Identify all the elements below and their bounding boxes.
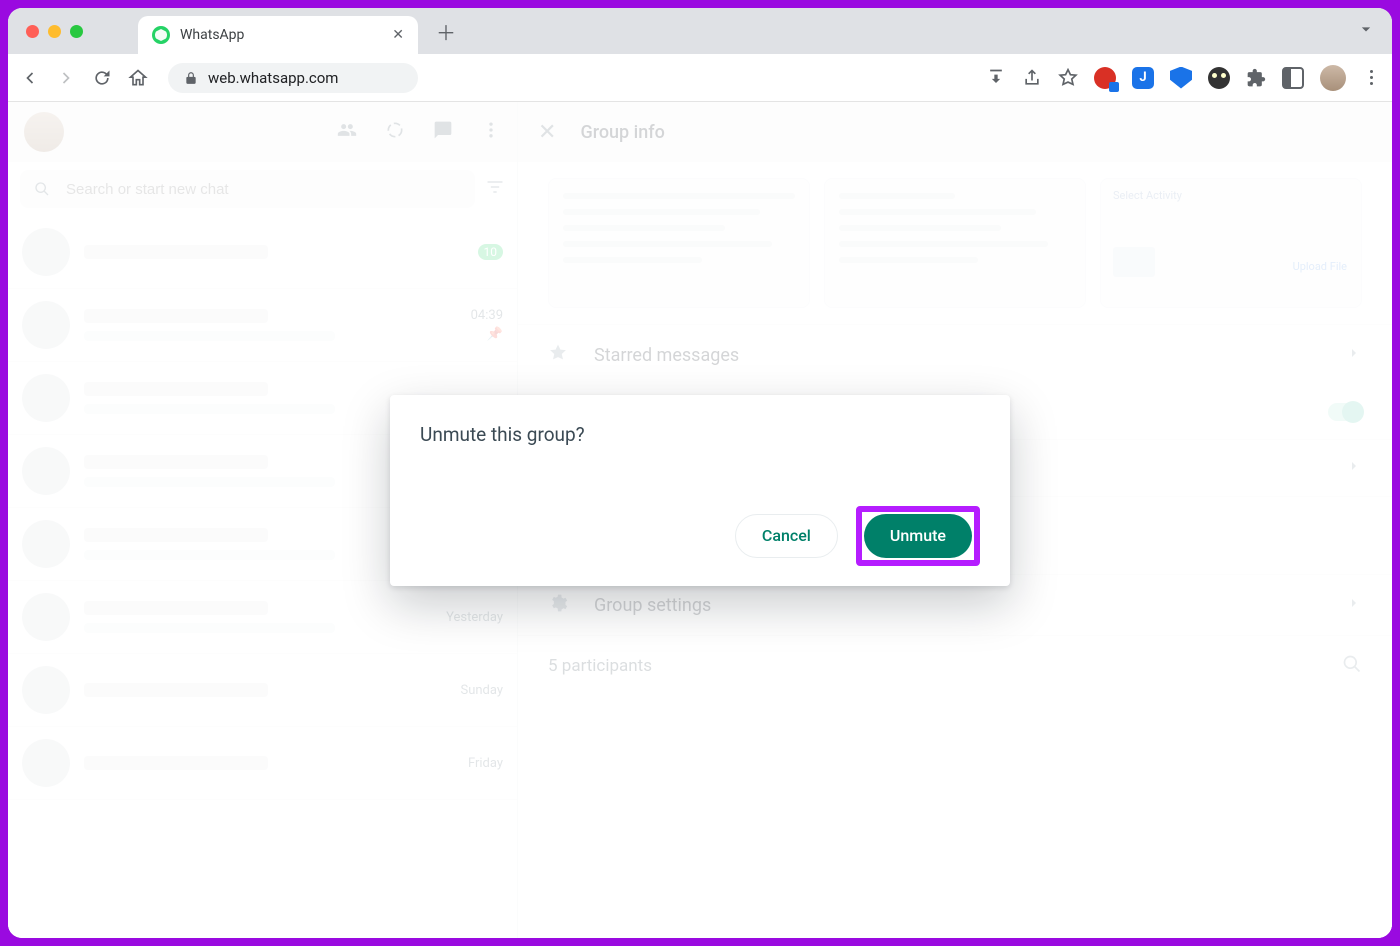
tab-title: WhatsApp (180, 27, 244, 43)
page-content: 10 04:39 📌 (8, 102, 1392, 938)
nav-buttons (20, 68, 148, 88)
extension-icon-4[interactable] (1208, 67, 1230, 89)
lock-icon (184, 71, 198, 85)
home-button[interactable] (128, 68, 148, 88)
browser-tab-strip: WhatsApp ✕ ＋ (8, 8, 1392, 54)
annotation-highlight: Unmute (856, 506, 980, 566)
tab-close-button[interactable]: ✕ (392, 27, 404, 43)
extension-icon-2[interactable]: J (1132, 67, 1154, 89)
browser-menu-button[interactable] (1362, 70, 1380, 85)
share-icon[interactable] (1022, 68, 1042, 88)
back-button[interactable] (20, 68, 40, 88)
unmute-dialog: Unmute this group? Cancel Unmute (390, 395, 1010, 586)
install-app-icon[interactable] (986, 68, 1006, 88)
new-tab-button[interactable]: ＋ (436, 17, 456, 46)
reload-button[interactable] (92, 68, 112, 88)
window-close-button[interactable] (26, 25, 39, 38)
cancel-button[interactable]: Cancel (735, 514, 838, 558)
browser-toolbar: web.whatsapp.com J (8, 54, 1392, 102)
bookmark-star-icon[interactable] (1058, 68, 1078, 88)
whatsapp-favicon-icon (152, 26, 170, 44)
tabs-overflow-button[interactable] (1356, 19, 1376, 43)
browser-window: WhatsApp ✕ ＋ web.whatsapp.com J (8, 8, 1392, 938)
extension-icon-1[interactable] (1094, 67, 1116, 89)
forward-button[interactable] (56, 68, 76, 88)
side-panel-icon[interactable] (1282, 67, 1304, 89)
browser-tab[interactable]: WhatsApp ✕ (138, 16, 418, 54)
window-controls (26, 25, 83, 38)
address-bar[interactable]: web.whatsapp.com (168, 63, 418, 93)
unmute-button[interactable]: Unmute (864, 514, 972, 558)
dialog-actions: Cancel Unmute (420, 506, 980, 566)
dialog-title: Unmute this group? (420, 423, 980, 446)
toolbar-right: J (986, 65, 1380, 91)
window-maximize-button[interactable] (70, 25, 83, 38)
modal-overlay[interactable]: Unmute this group? Cancel Unmute (8, 102, 1392, 938)
window-minimize-button[interactable] (48, 25, 61, 38)
profile-avatar[interactable] (1320, 65, 1346, 91)
url-text: web.whatsapp.com (208, 69, 338, 87)
extensions-menu-icon[interactable] (1246, 68, 1266, 88)
extension-icon-3[interactable] (1170, 67, 1192, 89)
